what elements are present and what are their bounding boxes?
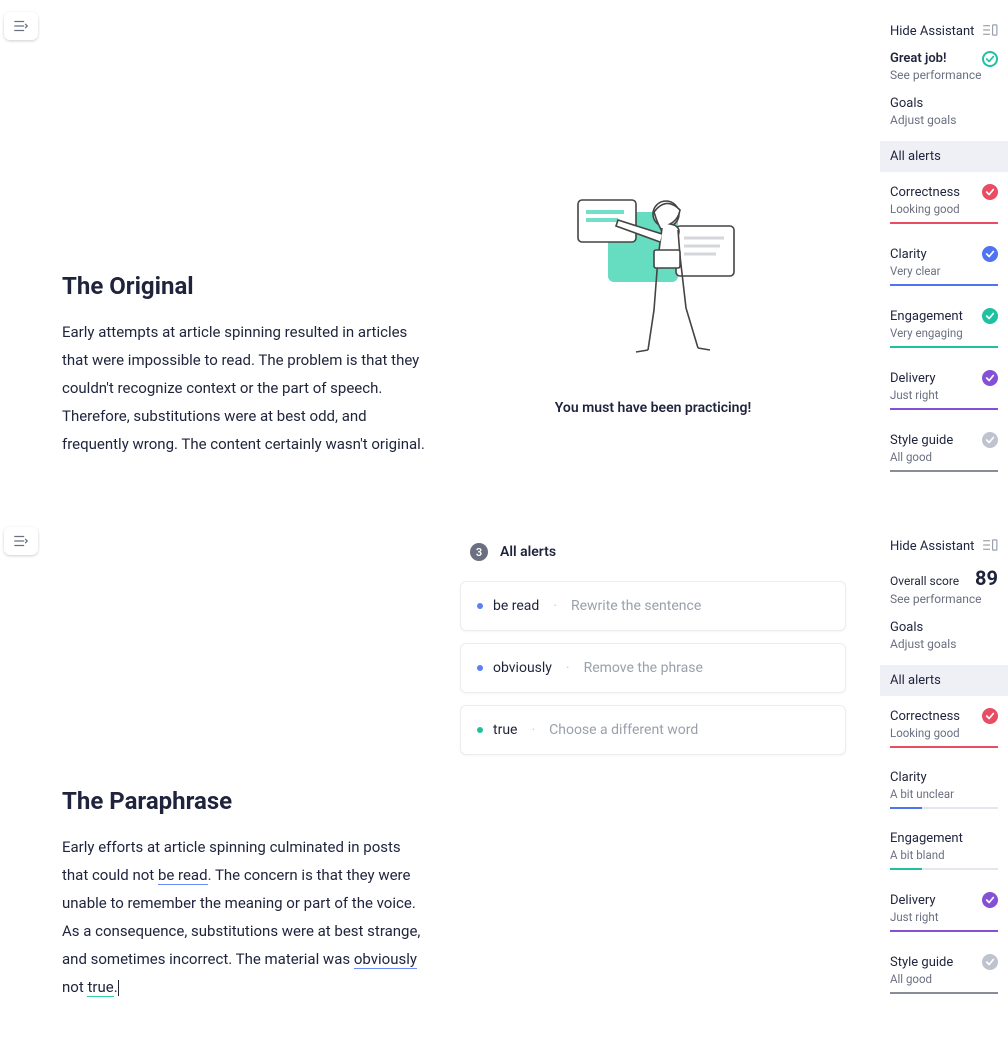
assistant-panel: Hide Assistant Great job! See performanc… [880, 12, 1008, 494]
all-alerts-tab[interactable]: All alerts [880, 665, 1008, 696]
alert-text: obviously [493, 660, 552, 676]
alert-dot-icon [477, 603, 483, 609]
alert-hint: Rewrite the sentence [571, 598, 701, 614]
category-bar [890, 346, 998, 348]
category-bar [890, 868, 998, 870]
underlined-phrase-obviously[interactable]: obviously [354, 950, 417, 969]
hide-assistant-button[interactable]: Hide Assistant [890, 24, 998, 39]
category-bar [890, 807, 998, 809]
checkmark-circle-icon [982, 708, 998, 724]
checkmark-circle-icon [982, 246, 998, 262]
category-correctness[interactable]: Correctness Looking good [890, 184, 998, 232]
alert-dot-icon [477, 727, 483, 733]
checkmark-circle-icon [982, 184, 998, 200]
category-bar [890, 470, 998, 472]
hide-assistant-button[interactable]: Hide Assistant [890, 539, 998, 554]
illustration-caption: You must have been practicing! [555, 400, 751, 416]
alert-hint: Choose a different word [549, 722, 698, 738]
goals-link[interactable]: Goals Adjust goals [890, 620, 998, 651]
paraphrase-heading: The Paraphrase [62, 787, 430, 815]
great-job-label: Great job! [890, 51, 982, 66]
checkmark-circle-icon [982, 954, 998, 970]
category-delivery[interactable]: Delivery Just right [890, 892, 998, 940]
hide-assistant-label: Hide Assistant [890, 24, 974, 39]
performance-link[interactable]: Overall score 89 See performance [890, 566, 998, 606]
alert-dot-icon [477, 665, 483, 671]
alerts-count-badge: 3 [470, 543, 488, 561]
alerts-header[interactable]: 3 All alerts [460, 535, 846, 569]
see-performance-label: See performance [890, 68, 982, 82]
category-bar [890, 408, 998, 410]
category-clarity[interactable]: Clarity Very clear [890, 246, 998, 294]
text-fragment: not [62, 978, 87, 996]
goals-link[interactable]: Goals Adjust goals [890, 96, 998, 127]
text-cursor [118, 980, 119, 996]
category-bar [890, 284, 998, 286]
adjust-goals-label: Adjust goals [890, 637, 998, 651]
all-alerts-tab[interactable]: All alerts [880, 141, 1008, 172]
original-heading: The Original [62, 272, 430, 300]
overall-score-label: Overall score [890, 574, 959, 588]
separator: · [531, 722, 535, 738]
category-style-guide[interactable]: Style guide All good [890, 954, 998, 1002]
separator: · [566, 660, 570, 676]
category-bar [890, 746, 998, 748]
checkmark-circle-icon [982, 370, 998, 386]
category-bar [890, 992, 998, 994]
assistant-panel: Hide Assistant Overall score 89 See perf… [880, 527, 1008, 1016]
see-performance-label: See performance [890, 592, 998, 606]
original-body: Early attempts at article spinning resul… [62, 318, 430, 458]
performance-link[interactable]: Great job! See performance [890, 51, 998, 82]
category-engagement[interactable]: Engagement A bit bland [890, 831, 998, 878]
checkmark-circle-icon [982, 308, 998, 324]
alert-card[interactable]: true · Choose a different word [460, 705, 846, 755]
category-correctness[interactable]: Correctness Looking good [890, 708, 998, 756]
overall-score-value: 89 [975, 566, 998, 590]
underlined-phrase-true[interactable]: true [87, 978, 113, 997]
underlined-phrase-be-read[interactable]: be read [158, 866, 208, 885]
alert-text: true [493, 722, 517, 738]
alert-card[interactable]: obviously · Remove the phrase [460, 643, 846, 693]
category-bar [890, 222, 998, 224]
paraphrase-body: Early efforts at article spinning culmin… [62, 833, 430, 1001]
adjust-goals-label: Adjust goals [890, 113, 998, 127]
practicing-illustration [558, 190, 748, 360]
category-delivery[interactable]: Delivery Just right [890, 370, 998, 418]
alert-card[interactable]: be read · Rewrite the sentence [460, 581, 846, 631]
hide-assistant-label: Hide Assistant [890, 539, 974, 554]
category-engagement[interactable]: Engagement Very engaging [890, 308, 998, 356]
category-style-guide[interactable]: Style guide All good [890, 432, 998, 480]
collapse-panel-icon [982, 24, 998, 39]
collapse-panel-icon [982, 539, 998, 554]
category-bar [890, 930, 998, 932]
checkmark-circle-icon [982, 892, 998, 908]
alert-hint: Remove the phrase [584, 660, 703, 676]
checkmark-circle-icon [982, 432, 998, 448]
goals-label: Goals [890, 96, 998, 111]
alert-text: be read [493, 598, 539, 614]
alerts-title: All alerts [500, 544, 556, 560]
category-clarity[interactable]: Clarity A bit unclear [890, 770, 998, 817]
checkmark-circle-icon [982, 51, 998, 67]
goals-label: Goals [890, 620, 998, 635]
separator: · [553, 598, 557, 614]
